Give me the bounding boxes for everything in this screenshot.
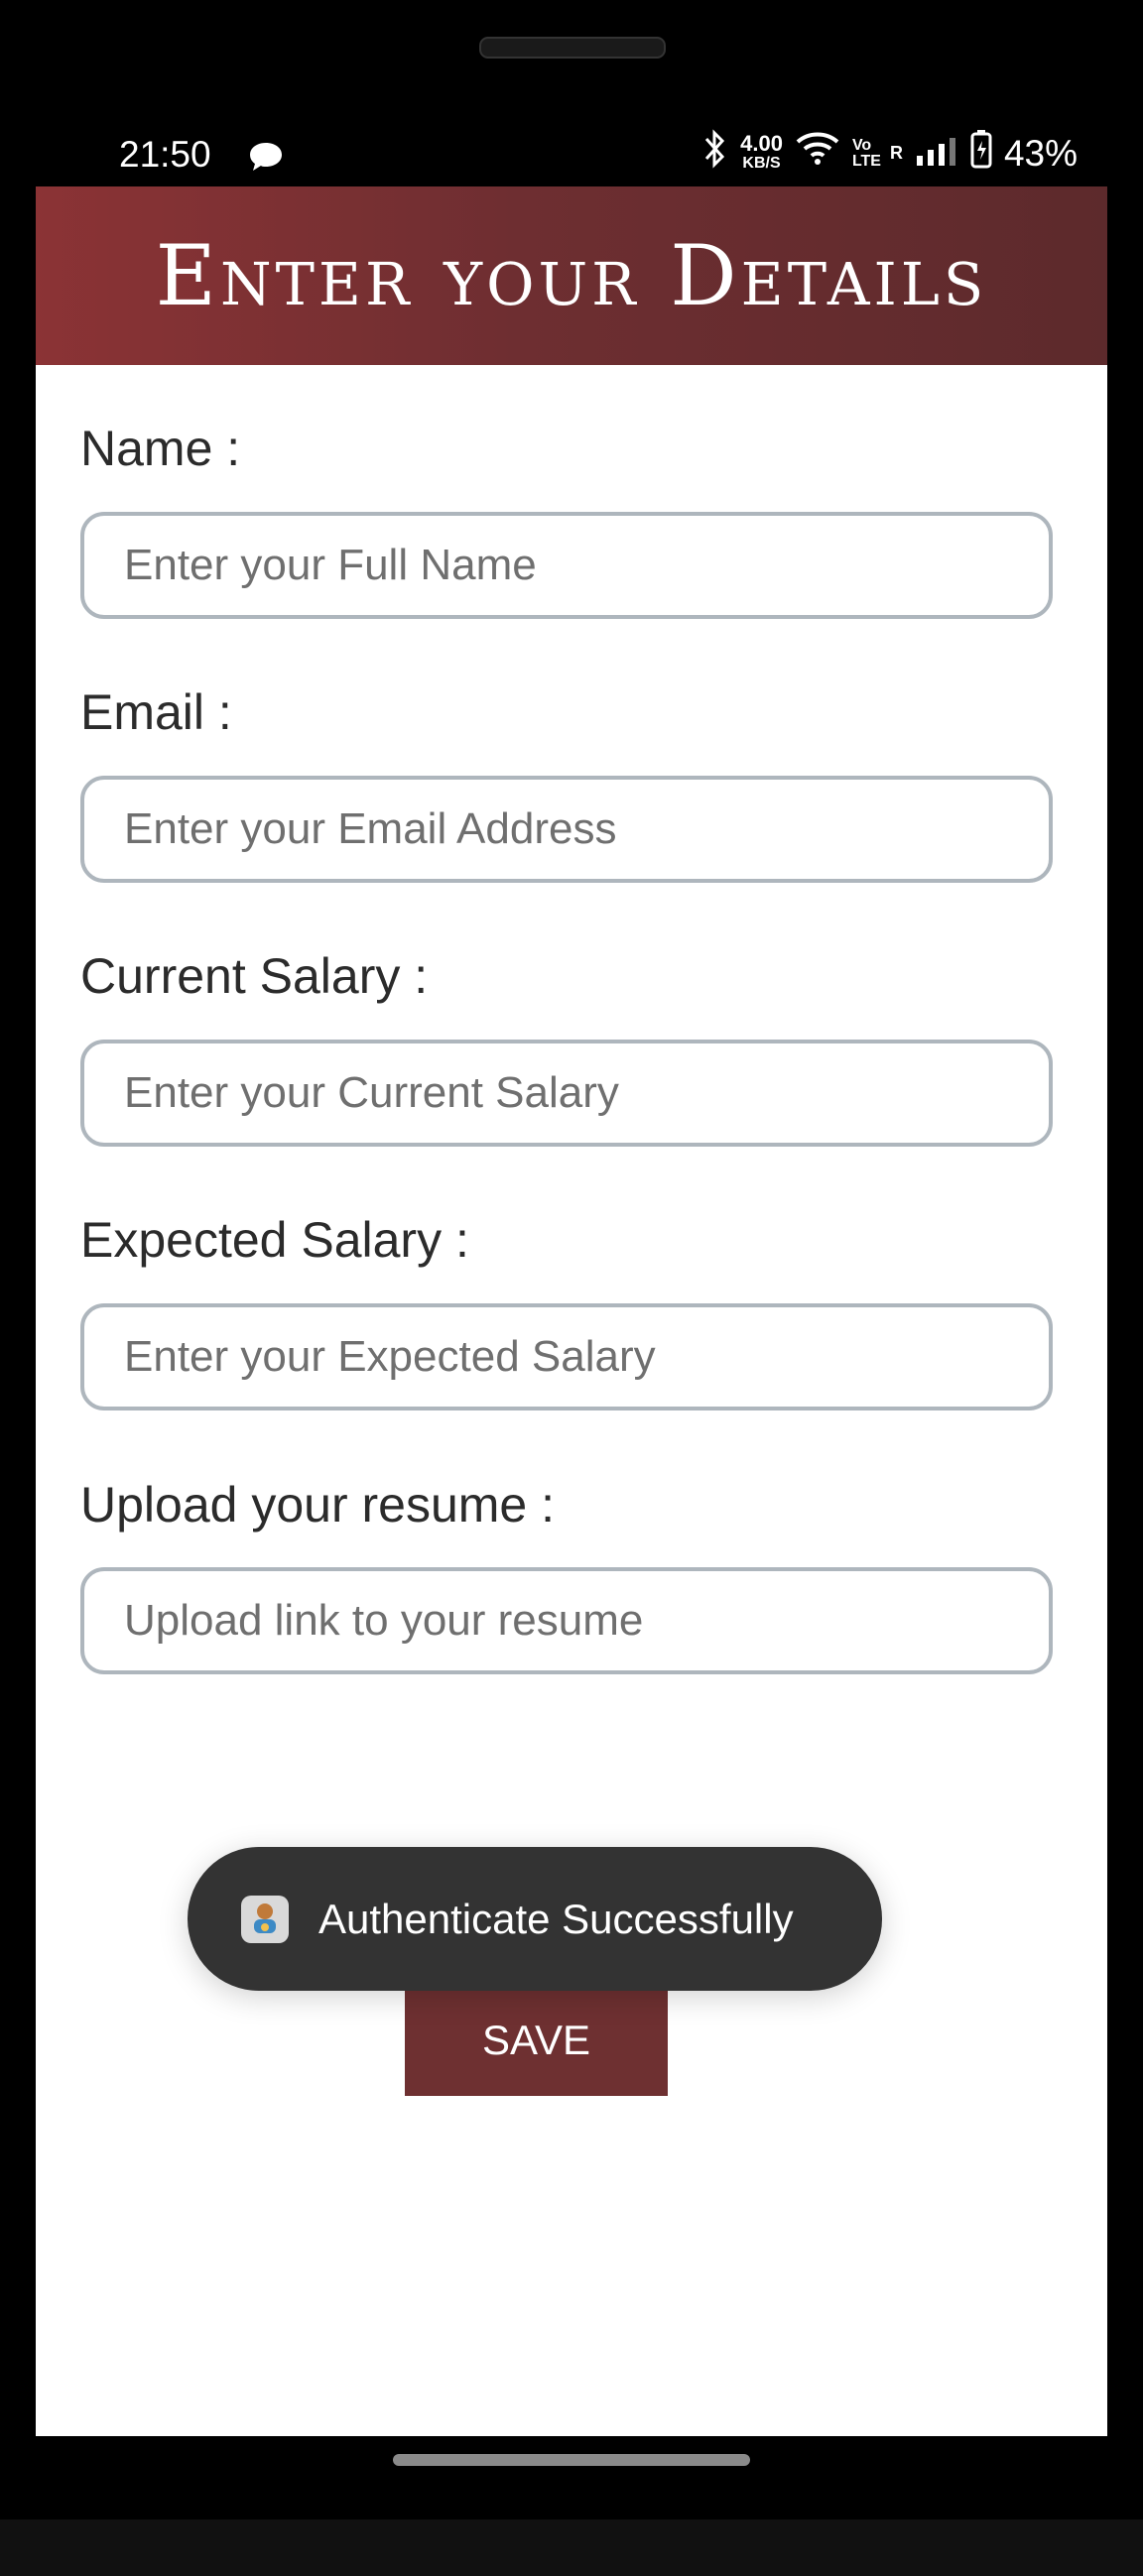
current-salary-input[interactable] (80, 1040, 1053, 1147)
speed-unit: KB/S (742, 154, 781, 172)
volte-icon: Vo LTE (851, 136, 881, 170)
network-speed: 4.00 KB/S (740, 130, 783, 174)
chat-icon (246, 139, 286, 175)
name-input[interactable] (80, 512, 1053, 619)
app-icon (241, 1895, 289, 1943)
resume-link-input[interactable] (80, 1567, 1053, 1674)
signal-icon (915, 133, 958, 175)
bluetooth-icon (702, 129, 728, 178)
app-screen: Enter your Details Name : Email : Curren… (36, 186, 1107, 2436)
email-input[interactable] (80, 776, 1053, 883)
battery-percent: 43% (1003, 132, 1078, 174)
speed-value: 4.00 (740, 130, 783, 156)
name-label: Name : (80, 421, 241, 476)
wifi-icon (795, 130, 840, 177)
status-time: 21:50 (119, 134, 211, 175)
expected-salary-label: Expected Salary : (80, 1212, 469, 1268)
app-header: Enter your Details (36, 186, 1107, 365)
status-bar: 21:50 4.00 KB/S Vo LTE R 43% (36, 119, 1107, 188)
toast-message: Authenticate Successfully (318, 1895, 794, 1942)
toast-notification: Authenticate Successfully (188, 1847, 882, 1991)
save-button[interactable]: SAVE (405, 1979, 668, 2096)
battery-icon (970, 129, 992, 178)
device-bottom-bezel (0, 2519, 1143, 2576)
expected-salary-input[interactable] (80, 1303, 1053, 1411)
page-title: Enter your Details (155, 227, 988, 324)
earpiece-speaker (479, 37, 666, 59)
email-label: Email : (80, 684, 232, 740)
resume-label: Upload your resume : (80, 1477, 556, 1533)
roaming-indicator: R (889, 143, 903, 163)
home-indicator[interactable] (393, 2454, 750, 2466)
current-salary-label: Current Salary : (80, 948, 429, 1004)
